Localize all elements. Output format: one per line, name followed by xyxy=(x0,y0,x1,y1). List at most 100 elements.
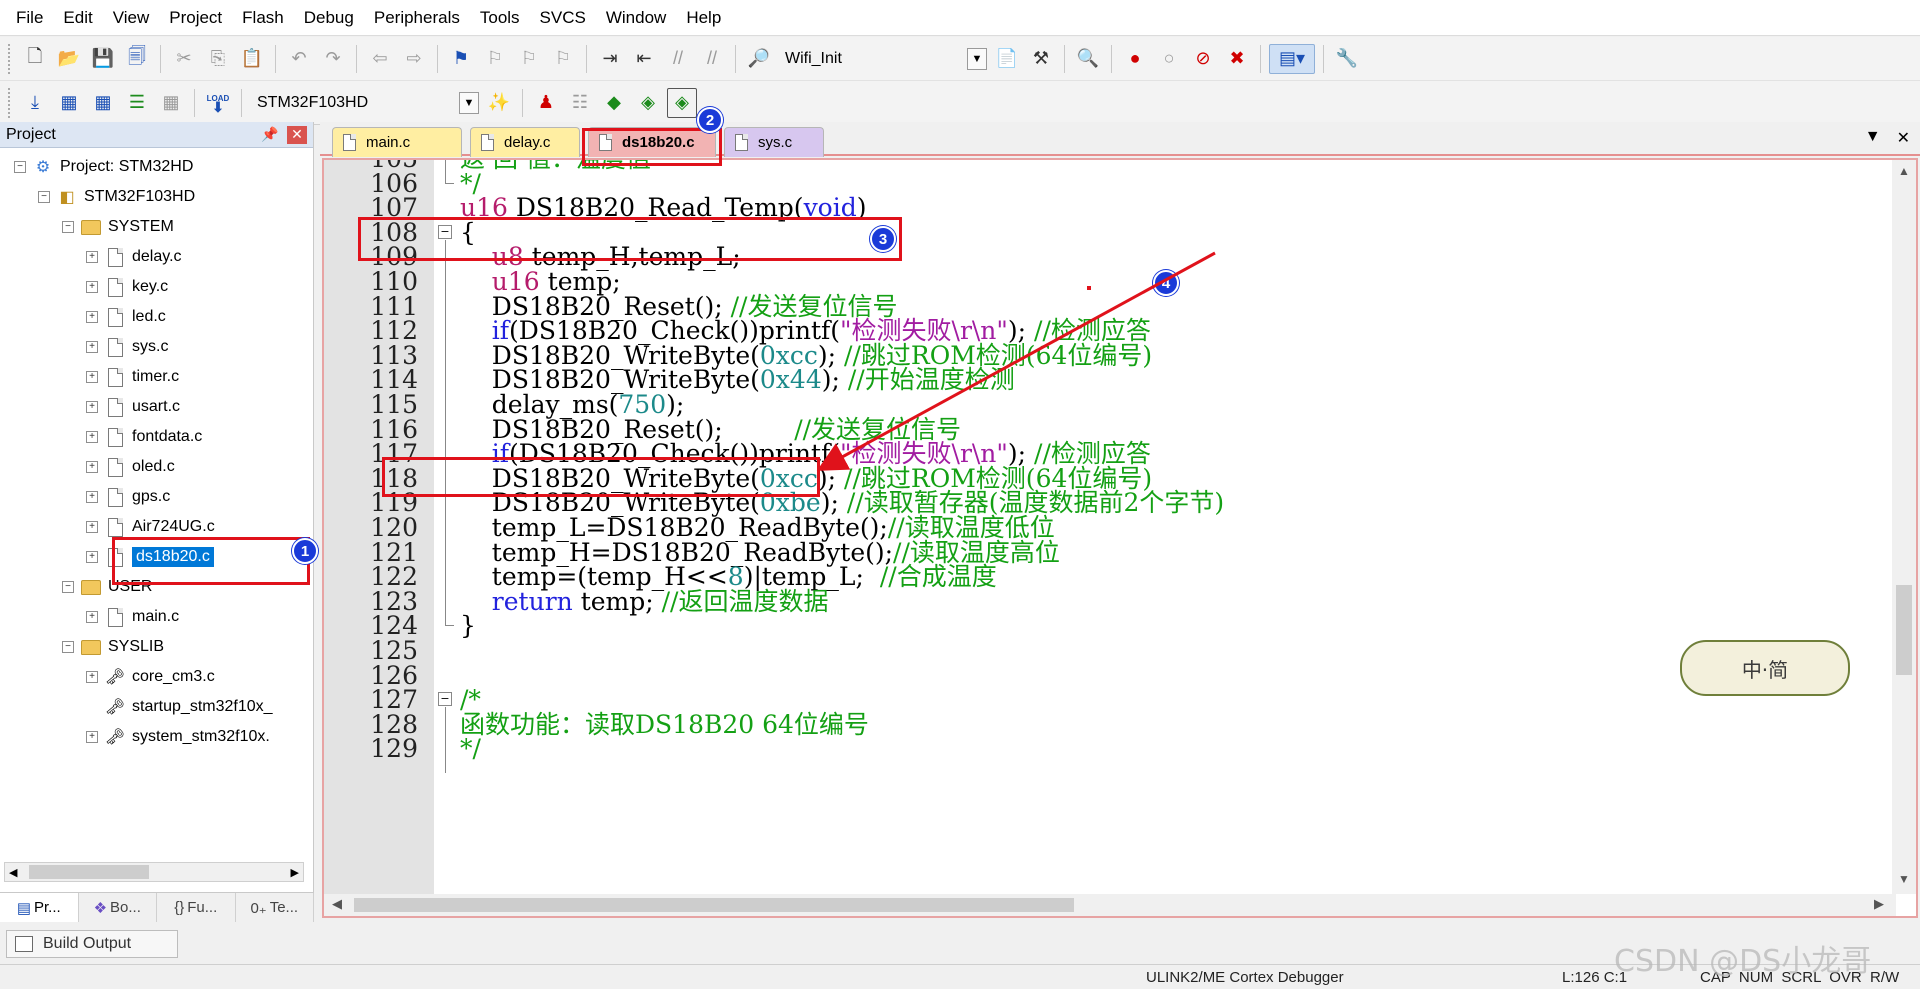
menu-view[interactable]: View xyxy=(103,0,160,36)
tab-templates[interactable]: 0₊ Te... xyxy=(236,893,314,922)
menu-debug[interactable]: Debug xyxy=(294,0,364,36)
editor-tab-main-c[interactable]: main.c xyxy=(332,127,462,157)
menu-tools[interactable]: Tools xyxy=(470,0,530,36)
select-packs-icon[interactable]: ◈ xyxy=(667,87,697,118)
expand-icon[interactable]: + xyxy=(86,491,98,503)
open-file-icon[interactable]: 📂 xyxy=(54,44,84,74)
expand-icon[interactable]: + xyxy=(86,731,98,743)
build-output-tab[interactable]: Build Output xyxy=(6,930,178,958)
new-file-icon[interactable]: 🗋 xyxy=(20,44,50,74)
nav-back-icon[interactable]: ⇦ xyxy=(365,44,395,74)
target-combo[interactable]: STM32F103HD ▼ xyxy=(250,90,480,116)
tree-project-root[interactable]: − ⚙ Project: STM32HD xyxy=(0,152,313,182)
menu-flash[interactable]: Flash xyxy=(232,0,294,36)
menu-svcs[interactable]: SVCS xyxy=(530,0,596,36)
window-layout-icon[interactable]: ▤▾ xyxy=(1269,43,1315,74)
save-icon[interactable]: 💾 xyxy=(88,44,118,74)
tree-file-fontdata-c[interactable]: + fontdata.c xyxy=(0,422,313,452)
tree-file-sys-c[interactable]: + sys.c xyxy=(0,332,313,362)
browse-icon[interactable]: 📄 xyxy=(992,44,1022,74)
translate-icon[interactable]: ⤓ xyxy=(20,88,50,118)
collapse-icon[interactable]: − xyxy=(62,581,74,593)
scroll-left-icon[interactable]: ◀ xyxy=(332,896,342,912)
editor-horizontal-scrollbar[interactable]: ◀ ▶ xyxy=(324,894,1896,916)
tab-project[interactable]: ▤ Pr... xyxy=(0,893,79,922)
expand-icon[interactable]: + xyxy=(86,521,98,533)
tree-file-gps-c[interactable]: + gps.c xyxy=(0,482,313,512)
stop-build-icon[interactable]: ▦ xyxy=(156,88,186,118)
scroll-left-icon[interactable]: ◀ xyxy=(5,866,17,879)
close-editor-icon[interactable]: ✕ xyxy=(1897,128,1910,148)
close-icon[interactable]: ✕ xyxy=(287,125,307,144)
next-bookmark-icon[interactable]: ⚐ xyxy=(514,44,544,74)
expand-icon[interactable]: + xyxy=(86,401,98,413)
scroll-right-icon[interactable]: ▶ xyxy=(1874,896,1884,912)
debug-session-icon[interactable]: 🔍 xyxy=(1073,44,1103,74)
tab-list-dropdown-icon[interactable]: ▼ xyxy=(1865,128,1881,148)
download-icon[interactable]: LOAD ⬇ xyxy=(203,88,233,118)
scroll-up-icon[interactable]: ▲ xyxy=(1892,164,1916,178)
prev-bookmark-icon[interactable]: ⚐ xyxy=(480,44,510,74)
code-editor[interactable]: 105 返 回 值：温度值 106 */107 u16 DS18B20_Read_Tem… xyxy=(322,158,1918,918)
function-combo[interactable]: Wifi_Init ▼ xyxy=(778,46,988,72)
tree-group-syslib[interactable]: − SYSLIB xyxy=(0,632,313,662)
collapse-icon[interactable]: − xyxy=(62,221,74,233)
run-time-env-icon[interactable]: ◆ xyxy=(599,88,629,118)
pin-icon[interactable]: 📌 xyxy=(259,126,281,143)
redo-icon[interactable]: ↷ xyxy=(318,44,348,74)
editor-tab-sys-c[interactable]: sys.c xyxy=(724,127,824,157)
save-all-icon[interactable]: 🗐 xyxy=(122,44,152,74)
collapse-icon[interactable]: − xyxy=(62,641,74,653)
find-in-files-icon[interactable]: 🔎 xyxy=(744,44,774,74)
menu-project[interactable]: Project xyxy=(159,0,232,36)
copy-icon[interactable]: ⎘ xyxy=(203,44,233,74)
menu-file[interactable]: File xyxy=(6,0,53,36)
indent-icon[interactable]: ⇥ xyxy=(595,44,625,74)
fold-toggle-icon[interactable]: − xyxy=(438,692,452,707)
nav-forward-icon[interactable]: ⇨ xyxy=(399,44,429,74)
build-icon[interactable]: ▦ xyxy=(54,88,84,118)
toolbar-grip[interactable] xyxy=(8,87,12,118)
tree-horizontal-scrollbar[interactable]: ◀ ▶ xyxy=(4,862,304,882)
menu-window[interactable]: Window xyxy=(596,0,676,36)
expand-icon[interactable]: + xyxy=(86,551,98,563)
menu-help[interactable]: Help xyxy=(676,0,731,36)
expand-icon[interactable]: + xyxy=(86,311,98,323)
batch-build-icon[interactable]: ☰ xyxy=(122,88,152,118)
expand-icon[interactable]: + xyxy=(86,371,98,383)
expand-icon[interactable]: + xyxy=(86,611,98,623)
manage-components-icon[interactable]: ♟ xyxy=(531,88,561,118)
expand-icon[interactable]: + xyxy=(86,281,98,293)
scroll-down-icon[interactable]: ▼ xyxy=(1892,872,1916,886)
tree-file-usart-c[interactable]: + usart.c xyxy=(0,392,313,422)
expand-icon[interactable]: + xyxy=(86,671,98,683)
menu-edit[interactable]: Edit xyxy=(53,0,102,36)
tree-file-timer-c[interactable]: + timer.c xyxy=(0,362,313,392)
rebuild-icon[interactable]: ▦ xyxy=(88,88,118,118)
tree-file-delay-c[interactable]: + delay.c xyxy=(0,242,313,272)
cut-icon[interactable]: ✂ xyxy=(169,44,199,74)
uncomment-icon[interactable]: // xyxy=(697,44,727,74)
tree-file-main-c[interactable]: + main.c xyxy=(0,602,313,632)
target-options-icon[interactable]: ✨ xyxy=(484,88,514,118)
scroll-thumb[interactable] xyxy=(1896,585,1912,675)
configure-icon[interactable]: 🔧 xyxy=(1332,44,1362,74)
scroll-right-icon[interactable]: ▶ xyxy=(291,866,303,879)
expand-icon[interactable]: + xyxy=(86,461,98,473)
tree-file-startup-stm32f10x-[interactable]: 🗝 startup_stm32f10x_ xyxy=(0,692,313,722)
tree-file-core-cm3-c[interactable]: + 🗝 core_cm3.c xyxy=(0,662,313,692)
clear-bookmarks-icon[interactable]: ⚐ xyxy=(548,44,578,74)
expand-icon[interactable]: + xyxy=(86,431,98,443)
tree-group-system[interactable]: − SYSTEM xyxy=(0,212,313,242)
toolbar-grip[interactable] xyxy=(8,43,12,74)
expand-icon[interactable]: + xyxy=(86,341,98,353)
kill-breakpoints-icon[interactable]: ✖ xyxy=(1222,44,1252,74)
disable-breakpoint-icon[interactable]: ○ xyxy=(1154,44,1184,74)
bookmark-icon[interactable]: ⚑ xyxy=(446,44,476,74)
code-line[interactable]: 129 */ xyxy=(324,734,1864,764)
tools-icon[interactable]: ⚒ xyxy=(1026,44,1056,74)
chevron-down-icon[interactable]: ▼ xyxy=(459,91,479,114)
editor-tab-delay-c[interactable]: delay.c xyxy=(470,127,580,157)
tab-books[interactable]: ❖ Bo... xyxy=(79,893,157,922)
chevron-down-icon[interactable]: ▼ xyxy=(967,47,987,70)
